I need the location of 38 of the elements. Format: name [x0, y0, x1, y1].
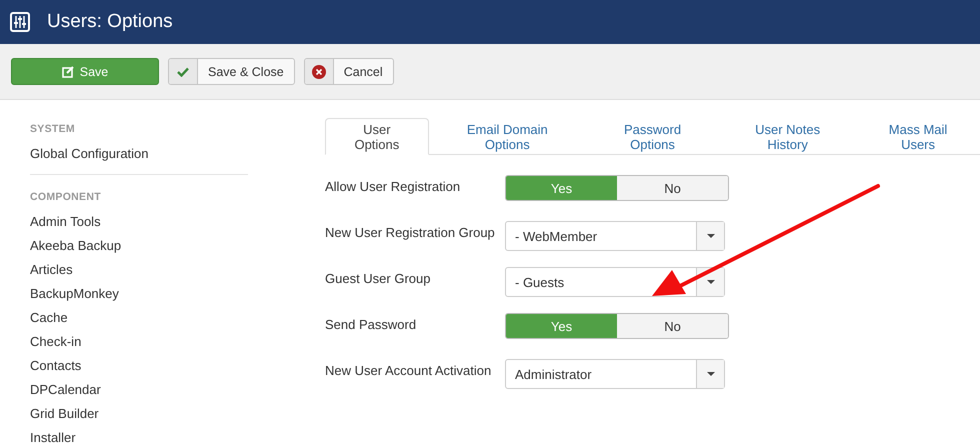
field-label: Guest User Group [325, 270, 432, 288]
section-heading: COMPONENT [30, 191, 102, 205]
sidebar-link[interactable]: Admin Tools [30, 214, 101, 238]
dropdown-field[interactable]: Administrator [505, 359, 725, 389]
cancel-icon [312, 64, 326, 78]
caret-icon [706, 372, 714, 376]
field-label: New User Account Activation [325, 362, 492, 380]
sidebar-link[interactable]: Cache [30, 310, 68, 334]
tab[interactable]: Email Domain Options [428, 118, 586, 155]
sidebar-link[interactable]: Check-in [30, 334, 82, 358]
edit-icon [62, 66, 74, 78]
dropdown-field[interactable]: - WebMember [505, 221, 725, 251]
sliders-icon [10, 12, 30, 32]
check-icon [177, 66, 189, 76]
tab[interactable]: User Options [325, 118, 429, 155]
sidebar-link[interactable]: Global Configuration [30, 146, 149, 170]
sidebar-link[interactable]: Akeeba Backup [30, 238, 122, 262]
cancel-button[interactable]: Cancel [304, 58, 394, 85]
sidebar-link[interactable]: BackupMonkey [30, 286, 119, 310]
caret-icon [706, 280, 714, 284]
sidebar-link[interactable]: DPCalendar [30, 382, 101, 406]
sidebar-link[interactable]: Installer [30, 430, 76, 448]
page-title: Users: Options [47, 11, 173, 33]
sidebar-link[interactable]: Contacts [30, 358, 82, 382]
caret-icon [706, 234, 714, 238]
toggle-option[interactable]: No [617, 176, 728, 200]
dropdown-field[interactable]: - Guests [505, 267, 725, 297]
section-heading: SYSTEM [30, 123, 76, 137]
tab[interactable]: Password Options [586, 118, 720, 155]
sidebar-link[interactable]: Grid Builder [30, 406, 99, 430]
sidebar-link[interactable]: Articles [30, 262, 73, 286]
field-label: Allow User Registration [325, 178, 462, 196]
toggle-option[interactable]: No [617, 314, 728, 338]
tab[interactable]: Mass Mail Users [856, 118, 980, 155]
tab[interactable]: User Notes History [719, 118, 856, 155]
save-close-button[interactable]: Save & Close [168, 58, 295, 85]
field-label: Send Password [325, 316, 418, 334]
field-label: New User Registration Group [325, 224, 496, 242]
